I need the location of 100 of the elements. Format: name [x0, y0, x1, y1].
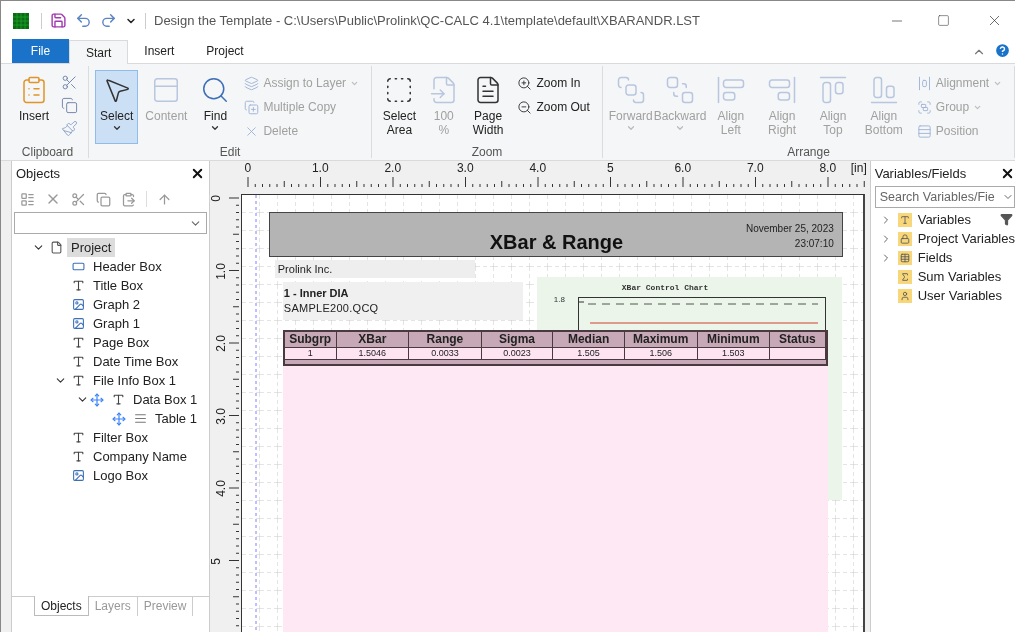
characteristic-name: 1 - Inner DIA	[283, 286, 350, 301]
ruler-label: 3.0	[455, 162, 475, 175]
redo-icon[interactable]	[100, 12, 117, 29]
ribbon-button[interactable]: Zoom In	[515, 72, 592, 94]
ruler-label: 5	[605, 162, 615, 175]
tree-item[interactable]: File Info Box 1	[89, 370, 181, 391]
ruler-label: 4.0	[528, 162, 548, 175]
text-icon	[72, 374, 85, 387]
text-icon	[897, 212, 912, 227]
sigma-icon	[897, 269, 912, 284]
text-icon	[72, 336, 85, 349]
move-up-icon[interactable]	[157, 191, 172, 207]
ribbon-button[interactable]: Select	[95, 70, 139, 144]
text-icon	[112, 393, 125, 406]
company-name: Prolink Inc.	[277, 261, 333, 277]
panel-title: Objects	[16, 164, 61, 183]
tree-item[interactable]: Company Name	[89, 446, 191, 467]
tree-item[interactable]: Graph 2	[89, 294, 144, 315]
group-label: Clipboard	[20, 144, 75, 160]
object-dropdown[interactable]	[14, 212, 207, 234]
tree-item[interactable]: Filter Box	[89, 427, 152, 448]
tree-item[interactable]: Table 1	[151, 408, 201, 429]
tree-item[interactable]: Graph 1	[89, 313, 144, 334]
window-title: Design the Template - C:\Users\Public\Prolink\QC-CALC 4.1\template\default\XBARANDR.LST	[154, 11, 700, 30]
text-icon	[72, 355, 85, 368]
table-icon	[897, 250, 912, 265]
ruler-label: 2.0	[383, 162, 403, 175]
ribbon-button[interactable]: Insert	[13, 70, 55, 144]
picture-icon	[72, 317, 85, 330]
tree-item[interactable]: Project	[67, 237, 116, 258]
bring-forward-icon	[615, 75, 646, 105]
search-field[interactable]: Search Variables/Fie	[874, 186, 1015, 208]
copy-plus-icon	[244, 99, 260, 115]
report-date: November 25, 2023	[745, 222, 834, 236]
copy-icon[interactable]	[61, 97, 78, 114]
ruler-label: 1.0	[310, 162, 330, 175]
tree-item[interactable]: Date Time Box	[89, 351, 183, 372]
align-right-icon	[767, 75, 798, 105]
filter-icon[interactable]	[1000, 213, 1013, 226]
panel-title: Variables/Fields	[874, 164, 967, 183]
tree-item[interactable]: Page Box	[89, 332, 154, 353]
undo-icon[interactable]	[75, 12, 92, 29]
rectangle-icon	[72, 260, 85, 273]
user-icon	[897, 288, 912, 303]
help-icon[interactable]	[994, 42, 1011, 59]
tree-item[interactable]: Data Box 1	[129, 389, 202, 410]
ribbon-button[interactable]: Zoom Out	[515, 96, 592, 118]
group-label: Zoom	[470, 144, 504, 160]
alignment-icon	[916, 75, 932, 91]
ribbon-tab[interactable]: Start	[69, 40, 129, 64]
tree-item[interactable]: User Variables	[917, 285, 1002, 306]
ribbon-button[interactable]: Select Area	[378, 70, 421, 144]
tree-item[interactable]: Header Box	[89, 256, 166, 277]
cut-icon[interactable]	[61, 74, 78, 91]
zoom-out-icon	[517, 99, 533, 115]
page-icon	[50, 241, 63, 254]
ribbon-tab[interactable]: Project	[190, 39, 260, 63]
report-time: 23:07:10	[794, 237, 834, 251]
save-icon[interactable]	[50, 12, 67, 29]
ruler-label: 0	[243, 162, 253, 175]
text-icon	[72, 431, 85, 444]
maximize-icon[interactable]	[937, 14, 950, 27]
tree-item[interactable]: Fields	[917, 247, 953, 268]
close-icon[interactable]	[1000, 166, 1015, 181]
ruler-label: 2.0	[214, 335, 228, 352]
ribbon-button[interactable]: Page Width	[466, 70, 510, 144]
ruler-label: 3.0	[214, 407, 228, 425]
panel-tab[interactable]: Objects	[34, 596, 89, 616]
align-left-icon	[715, 75, 746, 105]
picture-icon	[72, 469, 85, 482]
ruler-label: 5	[209, 557, 223, 565]
paste-icon[interactable]	[121, 191, 136, 207]
app-logo-icon	[13, 12, 29, 29]
tree-item[interactable]: Project Variables	[917, 228, 1015, 249]
tree-item[interactable]: Title Box	[89, 275, 148, 296]
chart-title: XBar Control Chart	[621, 282, 709, 294]
cut-icon[interactable]	[71, 191, 86, 207]
axis-label: 1.8	[553, 294, 565, 306]
tree-item[interactable]: Logo Box	[89, 465, 152, 486]
ribbon-tab[interactable]: Insert	[128, 39, 191, 63]
copy-icon[interactable]	[96, 191, 111, 207]
position-icon	[916, 123, 932, 139]
zoom-in-icon	[517, 75, 533, 91]
send-backward-icon	[664, 75, 695, 105]
file-menu-tab[interactable]: File	[12, 39, 69, 63]
ruler-label: 0	[209, 195, 223, 202]
ruler-unit: [in]	[850, 162, 867, 175]
layers-icon	[244, 75, 260, 91]
format-painter-icon[interactable]	[61, 120, 78, 137]
caret-icon	[625, 123, 636, 133]
properties-icon[interactable]	[20, 191, 35, 207]
ruler-label: 6.0	[673, 162, 693, 175]
tree-item[interactable]: Variables	[917, 209, 971, 230]
picture-icon	[72, 298, 85, 311]
tree-item[interactable]: Sum Variables	[917, 266, 1002, 287]
ruler-label: 8.0	[818, 162, 838, 175]
report-title: XBar & Range	[489, 230, 624, 255]
ribbon-button[interactable]: Find	[194, 70, 237, 144]
text-icon	[72, 450, 85, 463]
group-icon	[916, 99, 932, 115]
